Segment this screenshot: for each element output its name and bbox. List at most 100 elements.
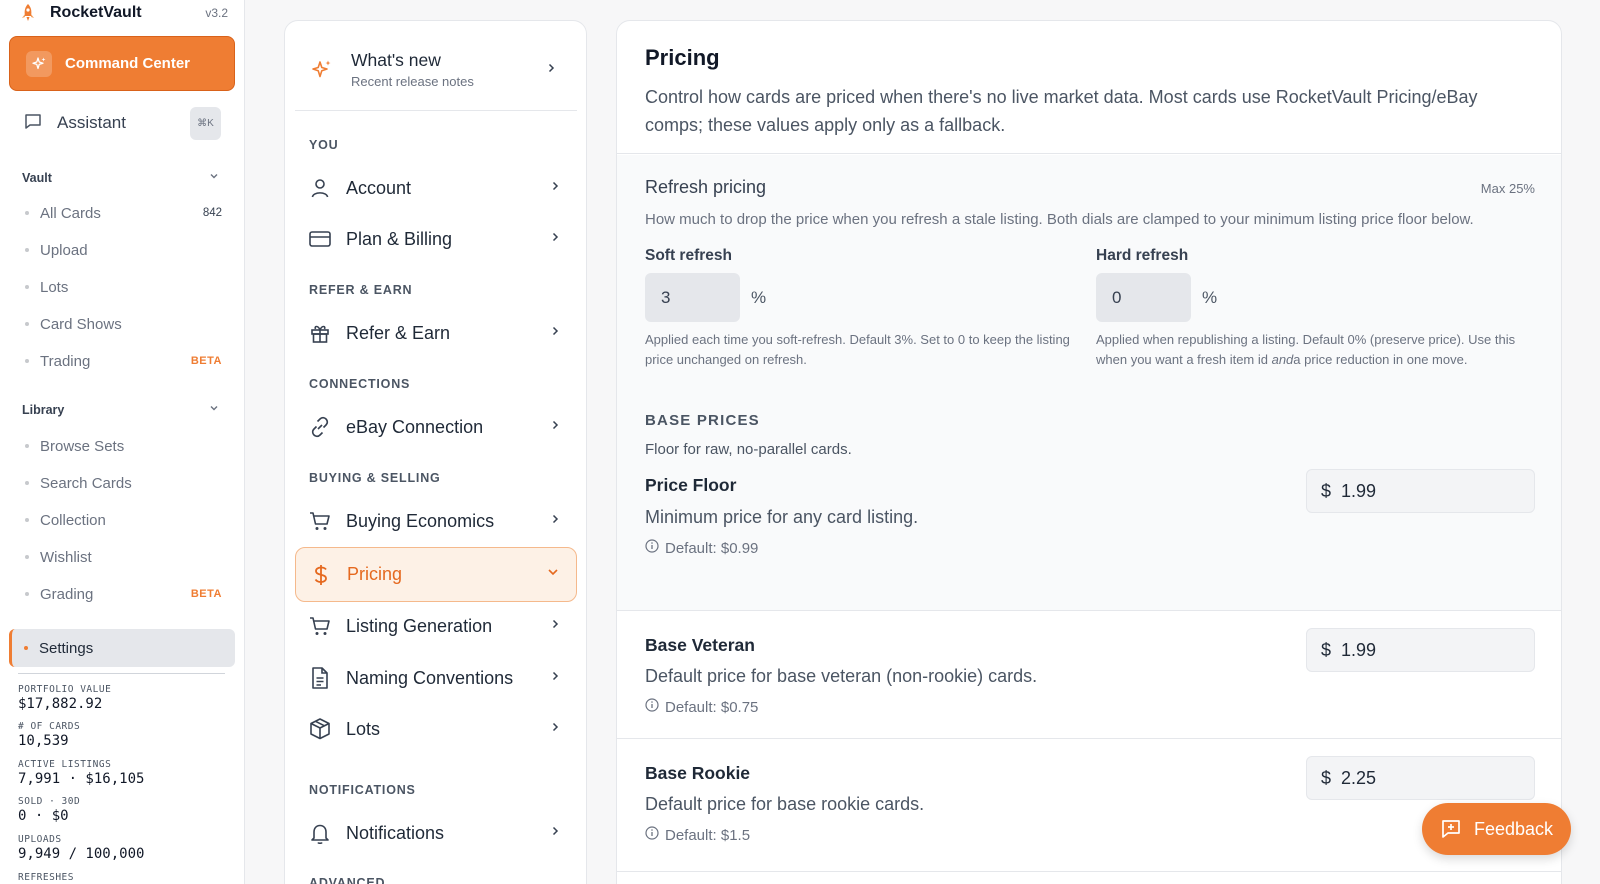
chevron-right-icon: [549, 720, 561, 738]
chevron-right-icon: [549, 324, 561, 342]
soft-refresh-input[interactable]: 3: [645, 273, 740, 322]
sidebar-item-label: Wishlist: [40, 548, 92, 566]
settings-nav-naming-conventions[interactable]: Naming Conventions: [295, 653, 577, 703]
nav-label: Account: [346, 177, 412, 198]
price-value: 2.25: [1341, 767, 1377, 788]
base-prices-subtitle: Floor for raw, no-parallel cards.: [645, 441, 852, 458]
base-rookie-input[interactable]: $ 2.25: [1306, 756, 1535, 800]
sidebar-item-grading[interactable]: Grading BETA: [22, 581, 222, 607]
group-label-connections: CONNECTIONS: [309, 377, 411, 391]
user-icon: [307, 175, 333, 201]
whats-new-title: What's new: [351, 50, 441, 70]
chevron-right-icon: [549, 669, 561, 687]
settings-nav-account[interactable]: Account: [295, 163, 577, 213]
vault-section-toggle[interactable]: Vault: [22, 170, 220, 185]
percent-unit: %: [751, 287, 767, 307]
sidebar-item-label: Card Shows: [40, 315, 122, 333]
sidebar-item-label: Trading: [40, 352, 91, 370]
chevron-right-icon: [549, 512, 561, 530]
price-row-description: Default price for base rookie cards.: [645, 794, 925, 814]
assistant-label: Assistant: [57, 113, 126, 132]
command-center-label: Command Center: [65, 55, 191, 72]
sidebar-item-wishlist[interactable]: Wishlist: [22, 544, 222, 570]
sidebar-item-collection[interactable]: Collection: [22, 507, 222, 533]
nav-label: Refer & Earn: [346, 322, 451, 343]
sparkle-icon: [26, 50, 52, 77]
command-center-button[interactable]: Command Center: [9, 36, 235, 91]
nav-label: Listing Generation: [346, 615, 493, 636]
sidebar-item-lots[interactable]: Lots: [22, 274, 222, 300]
shortcut-badge: ⌘K: [190, 106, 221, 140]
settings-nav-lots[interactable]: Lots: [295, 704, 577, 754]
price-floor-input[interactable]: $ 1.99: [1306, 469, 1535, 513]
package-icon: [307, 716, 333, 742]
currency-symbol: $: [1321, 767, 1332, 788]
credit-card-icon: [307, 226, 333, 252]
price-row-description: Default price for base veteran (non-rook…: [645, 666, 1038, 686]
settings-nav-pricing[interactable]: Pricing: [295, 547, 577, 602]
refresh-pricing-title: Refresh pricing: [645, 177, 767, 197]
chevron-right-icon: [549, 418, 561, 436]
chevron-right-icon: [545, 61, 557, 79]
library-section-title: Library: [22, 402, 65, 417]
chevron-down-icon: [208, 170, 220, 185]
chevron-right-icon: [549, 824, 561, 842]
nav-label: eBay Connection: [346, 416, 484, 437]
settings-nav-plan-billing[interactable]: Plan & Billing: [295, 214, 577, 264]
group-label-advanced: ADVANCED: [309, 876, 386, 884]
soft-refresh-label: Soft refresh: [645, 247, 732, 264]
document-icon: [307, 665, 333, 691]
nav-label: Notifications: [346, 822, 445, 843]
whats-new-link[interactable]: What's new Recent release notes: [295, 29, 577, 111]
sidebar-item-browse-sets[interactable]: Browse Sets: [22, 433, 222, 459]
sidebar-item-settings[interactable]: Settings: [9, 629, 235, 667]
app-version: v3.2: [205, 6, 228, 20]
soft-refresh-group: Soft refresh 3 % Applied each time you s…: [645, 247, 1085, 370]
price-row-title: Base Rookie: [645, 763, 751, 783]
stat-refreshes: REFRESHES: [18, 872, 74, 883]
sidebar-item-label: All Cards: [40, 204, 101, 222]
sidebar-item-card-shows[interactable]: Card Shows: [22, 311, 222, 337]
hard-refresh-label: Hard refresh: [1096, 247, 1189, 264]
dollar-icon: [308, 562, 334, 588]
pricing-panel: Pricing Control how cards are priced whe…: [616, 20, 1562, 884]
divider: [18, 673, 225, 674]
sidebar-item-label: Lots: [40, 278, 69, 296]
settings-nav-refer-earn[interactable]: Refer & Earn: [295, 308, 577, 358]
sidebar-item-all-cards[interactable]: All Cards 842: [22, 200, 222, 226]
sidebar-item-search-cards[interactable]: Search Cards: [22, 470, 222, 496]
nav-label: Pricing: [347, 564, 403, 584]
count-badge: 842: [202, 207, 222, 219]
sidebar-item-upload[interactable]: Upload: [22, 237, 222, 263]
assistant-button[interactable]: Assistant ⌘K: [9, 104, 235, 142]
vault-section-title: Vault: [22, 170, 52, 185]
sidebar-item-label: Search Cards: [40, 474, 132, 492]
info-icon: [645, 539, 659, 557]
nav-label: Naming Conventions: [346, 667, 514, 688]
hard-refresh-input[interactable]: 0: [1096, 273, 1191, 322]
settings-nav-listing-generation[interactable]: Listing Generation: [295, 601, 577, 651]
base-veteran-input[interactable]: $ 1.99: [1306, 628, 1535, 672]
library-section-toggle[interactable]: Library: [22, 402, 220, 417]
cart-icon: [307, 508, 333, 534]
chevron-down-icon: [208, 402, 220, 417]
beta-badge: BETA: [190, 355, 222, 367]
group-label-notifications: NOTIFICATIONS: [309, 783, 416, 797]
whats-new-subtitle: Recent release notes: [351, 74, 474, 89]
settings-nav-ebay-connection[interactable]: eBay Connection: [295, 402, 577, 452]
settings-nav-buying-economics[interactable]: Buying Economics: [295, 496, 577, 546]
sidebar-item-label: Collection: [40, 511, 106, 529]
rocket-logo-icon: [18, 3, 38, 23]
beta-badge: BETA: [190, 588, 222, 600]
feedback-label: Feedback: [1473, 818, 1554, 839]
hard-refresh-help: Applied when republishing a listing. Def…: [1096, 332, 1516, 367]
settings-nav-notifications[interactable]: Notifications: [295, 808, 577, 858]
price-row-description: Minimum price for any card listing.: [645, 507, 919, 527]
bell-icon: [307, 820, 333, 846]
price-value: 1.99: [1341, 639, 1377, 660]
brand: RocketVault v3.2: [0, 0, 244, 26]
feedback-button[interactable]: Feedback: [1422, 803, 1571, 855]
gift-icon: [307, 320, 333, 346]
sidebar-item-trading[interactable]: Trading BETA: [22, 348, 222, 374]
group-label-refer: REFER & EARN: [309, 283, 413, 297]
